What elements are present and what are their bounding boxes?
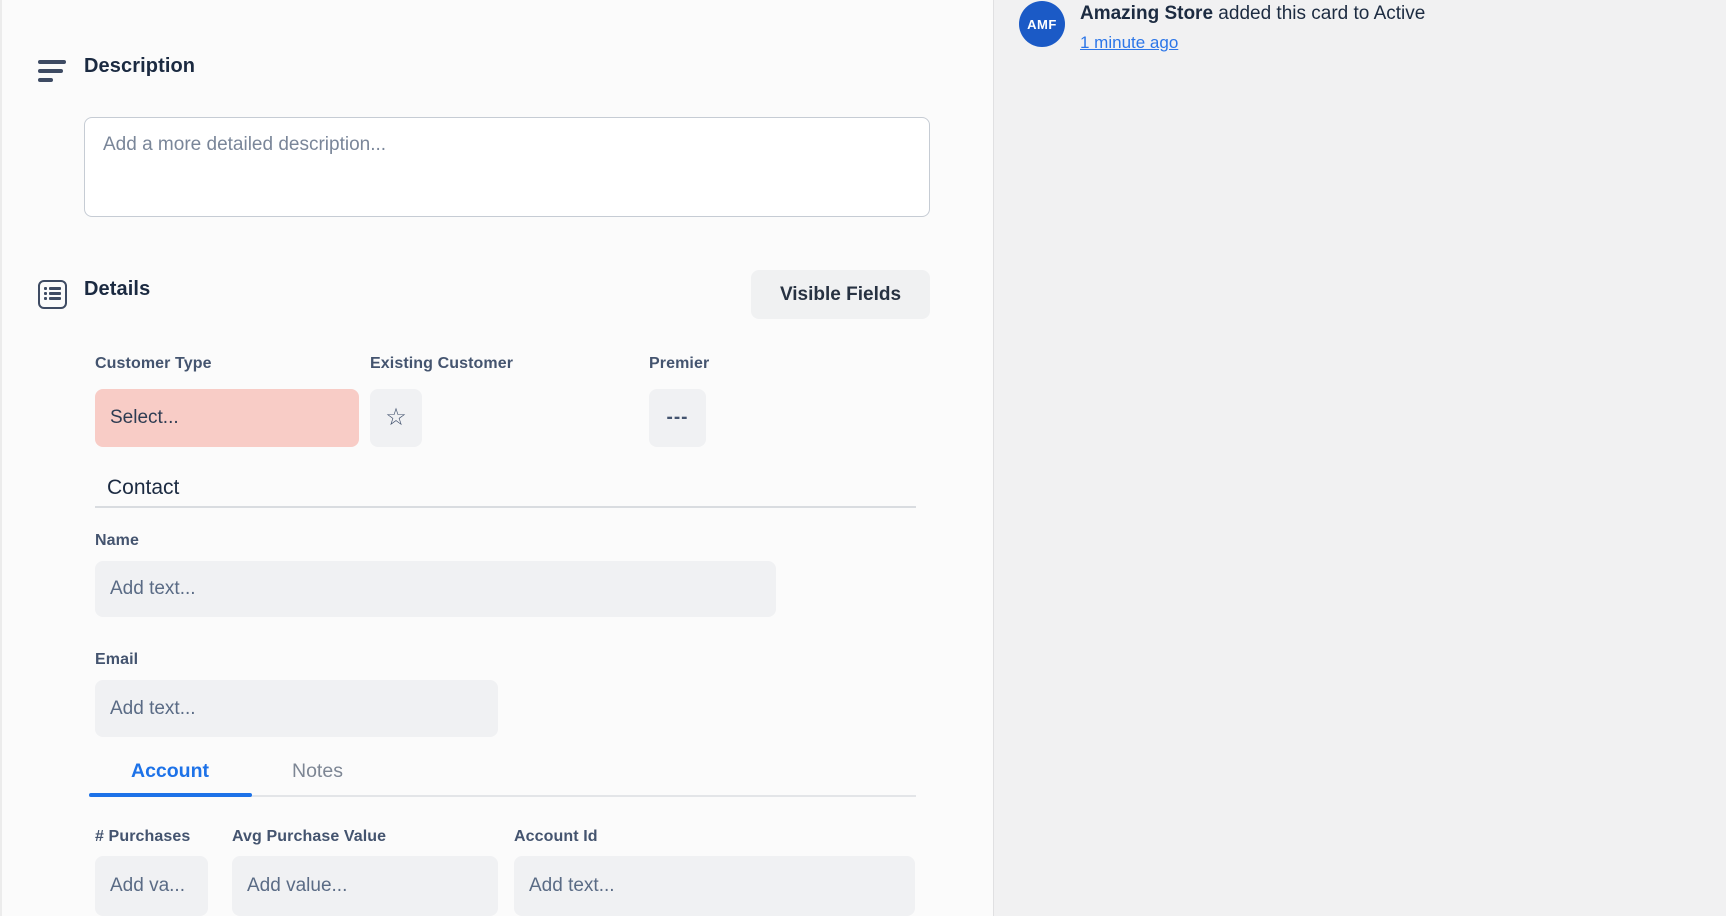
tab-account-active-indicator (89, 793, 252, 797)
activity-entry-text: Amazing Store added this card to Active (1080, 3, 1425, 25)
name-label: Name (95, 532, 139, 549)
star-icon: ☆ (385, 404, 407, 431)
email-label: Email (95, 651, 139, 668)
card-main-column: Description Details Visible Fields Custo… (0, 0, 993, 916)
visible-fields-button[interactable]: Visible Fields (751, 270, 930, 319)
avatar-initials: AMF (1027, 16, 1057, 32)
existing-customer-checkbox[interactable]: ☆ (370, 389, 422, 447)
tab-notes[interactable]: Notes (292, 760, 343, 783)
account-id-label: Account Id (514, 828, 598, 845)
description-section-title: Description (84, 55, 196, 77)
name-input[interactable] (95, 561, 776, 617)
details-icon (38, 280, 67, 309)
activity-actor: Amazing Store (1080, 3, 1214, 24)
description-icon (38, 60, 66, 84)
description-input[interactable] (84, 117, 930, 217)
tab-account[interactable]: Account (131, 760, 209, 783)
contact-divider (95, 506, 916, 508)
activity-timestamp-link[interactable]: 1 minute ago (1080, 33, 1178, 53)
existing-customer-label: Existing Customer (370, 355, 514, 372)
card-detail-view: Description Details Visible Fields Custo… (0, 0, 1726, 916)
email-input[interactable] (95, 680, 498, 737)
premier-select[interactable]: --- (649, 389, 706, 447)
avg-purchase-value-input[interactable] (232, 856, 498, 916)
activity-panel: AMF Amazing Store added this card to Act… (993, 0, 1726, 916)
purchases-label: # Purchases (95, 828, 191, 845)
contact-group-title: Contact (107, 476, 180, 499)
purchases-input[interactable] (95, 856, 208, 916)
premier-label: Premier (649, 355, 710, 372)
avatar[interactable]: AMF (1019, 1, 1065, 47)
avg-purchase-value-label: Avg Purchase Value (232, 828, 387, 845)
details-section-title: Details (84, 278, 151, 300)
customer-type-label: Customer Type (95, 355, 212, 372)
customer-type-select[interactable]: Select... (95, 389, 359, 447)
activity-action: added this card to Active (1213, 3, 1426, 24)
account-id-input[interactable] (514, 856, 915, 916)
